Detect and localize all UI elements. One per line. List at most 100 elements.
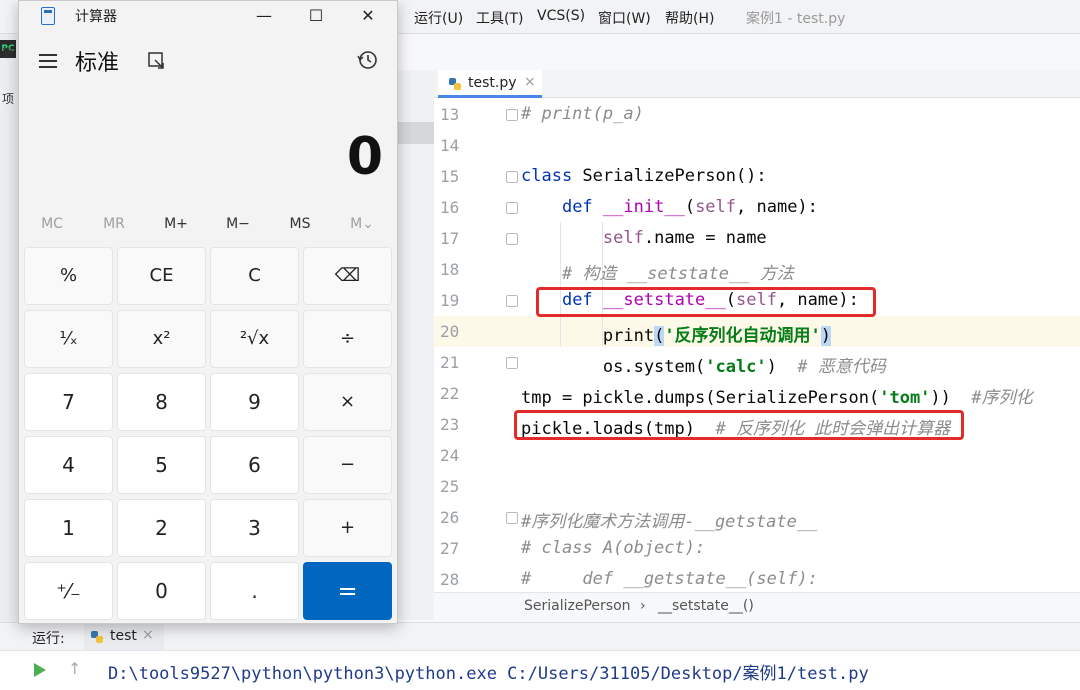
code-line[interactable]: os.system('calc') # 恶意代码	[521, 352, 886, 377]
clear-entry-button[interactable]: CE	[117, 247, 206, 305]
project-panel-edge	[396, 70, 434, 620]
code-line[interactable]: # print(p_a)	[521, 104, 644, 124]
memory-button-mc0[interactable]: MC	[21, 216, 83, 232]
run-console[interactable]: ↑ D:\tools9527\python\python3\python.exe…	[0, 650, 1080, 690]
menu-hamburger-icon[interactable]	[39, 53, 57, 69]
menu-window[interactable]: 窗口(W)	[598, 8, 651, 28]
backspace-button[interactable]: ⌫	[303, 247, 392, 305]
run-tab-label: test	[110, 628, 137, 644]
fold-marker-icon[interactable]	[506, 171, 518, 183]
square-root-button[interactable]: ²√x	[210, 310, 299, 368]
tab-close-icon[interactable]: ×	[524, 74, 536, 90]
line-number: 20	[440, 322, 460, 341]
line-number: 17	[440, 229, 460, 248]
digit-6-button[interactable]: 6	[210, 436, 299, 494]
result-display: 0	[346, 127, 383, 187]
digit-3-button[interactable]: 3	[210, 499, 299, 557]
decimal-button[interactable]: .	[210, 562, 299, 620]
line-number: 21	[440, 353, 460, 372]
digit-9-button[interactable]: 9	[210, 373, 299, 431]
line-number: 24	[440, 446, 460, 465]
memory-row: MC MR M+ M− MS M⌄	[19, 211, 397, 241]
memory-button-ms4[interactable]: MS	[269, 216, 331, 232]
code-line[interactable]: def __init__(self, name):	[521, 197, 818, 217]
console-command-line: D:\tools9527\python\python3\python.exe C…	[108, 664, 869, 684]
tab-test-py[interactable]: test.py ×	[438, 70, 542, 98]
fold-marker-icon[interactable]	[506, 109, 518, 121]
close-button[interactable]: ✕	[345, 1, 391, 33]
code-line[interactable]: class SerializePerson():	[521, 166, 767, 186]
multiply-button[interactable]: ×	[303, 373, 392, 431]
reciprocal-button[interactable]: ¹⁄ₓ	[24, 310, 113, 368]
code-editor[interactable]: 13 # print(p_a) 14 15 class SerializePerson(…	[434, 98, 1080, 592]
line-number: 19	[440, 291, 460, 310]
digit-2-button[interactable]: 2	[117, 499, 206, 557]
project-tool-label[interactable]: 项	[2, 90, 14, 107]
tab-label: test.py	[468, 75, 517, 91]
minimize-button[interactable]: —	[241, 1, 287, 33]
python-file-icon	[449, 78, 461, 90]
equals-button[interactable]: =	[303, 562, 392, 620]
line-number: 13	[440, 105, 460, 124]
history-icon[interactable]	[357, 49, 379, 71]
memory-button-m3[interactable]: M−	[207, 216, 269, 232]
code-line[interactable]: # def __getstate__(self):	[521, 569, 818, 589]
percent-button[interactable]: %	[24, 247, 113, 305]
rerun-play-icon[interactable]	[34, 663, 46, 677]
line-number: 18	[440, 260, 460, 279]
line-number: 23	[440, 415, 460, 434]
line-number: 25	[440, 477, 460, 496]
maximize-button[interactable]: ☐	[293, 1, 339, 33]
menu-tools[interactable]: 工具(T)	[476, 8, 523, 28]
calculator-title: 计算器	[75, 9, 117, 25]
line-number: 15	[440, 167, 460, 186]
code-line[interactable]: print('反序列化自动调用')	[521, 321, 832, 346]
menu-help[interactable]: 帮助(H)	[665, 8, 714, 28]
code-line[interactable]: self.name = name	[521, 228, 767, 248]
digit-5-button[interactable]: 5	[117, 436, 206, 494]
code-line[interactable]: #序列化魔术方法调用-__getstate__	[521, 507, 817, 532]
digit-7-button[interactable]: 7	[24, 373, 113, 431]
negate-button[interactable]: ⁺⁄₋	[24, 562, 113, 620]
fold-marker-icon[interactable]	[506, 295, 518, 307]
add-button[interactable]: +	[303, 499, 392, 557]
screen: 运行(U) 工具(T) VCS(S) 窗口(W) 帮助(H) 案例1 - tes…	[0, 0, 1080, 690]
digit-8-button[interactable]: 8	[117, 373, 206, 431]
divide-button[interactable]: ÷	[303, 310, 392, 368]
square-button[interactable]: x²	[117, 310, 206, 368]
run-tab-test[interactable]: test ×	[84, 623, 164, 651]
menu-run[interactable]: 运行(U)	[414, 8, 463, 28]
breadcrumb-separator-icon: ›	[640, 598, 646, 614]
run-tab-close-icon[interactable]: ×	[142, 627, 154, 643]
line-number: 22	[440, 384, 460, 403]
calculator-titlebar[interactable]: 计算器 — ☐ ✕	[19, 1, 397, 33]
calculator-app-icon	[41, 7, 55, 25]
memory-button-m2[interactable]: M+	[145, 216, 207, 232]
code-line[interactable]: # 构造 __setstate__ 方法	[521, 259, 794, 284]
fold-marker-icon[interactable]	[506, 357, 518, 369]
digit-0-button[interactable]: 0	[117, 562, 206, 620]
digit-4-button[interactable]: 4	[24, 436, 113, 494]
keep-on-top-icon[interactable]	[147, 51, 167, 71]
mode-title: 标准	[75, 51, 120, 76]
python-run-icon	[91, 631, 103, 643]
fold-marker-icon[interactable]	[506, 512, 518, 524]
annotation-box-setstate	[536, 287, 876, 317]
run-panel-header: 运行: test ×	[0, 622, 1080, 651]
code-line[interactable]: tmp = pickle.dumps(SerializePerson('tom'…	[521, 383, 1033, 408]
editor-tabbar: test.py ×	[434, 70, 1080, 98]
fold-marker-icon[interactable]	[506, 202, 518, 214]
menu-vcs[interactable]: VCS(S)	[537, 8, 585, 24]
subtract-button[interactable]: −	[303, 436, 392, 494]
clear-button[interactable]: C	[210, 247, 299, 305]
digit-1-button[interactable]: 1	[24, 499, 113, 557]
breadcrumb-class[interactable]: SerializePerson	[524, 598, 631, 614]
scroll-up-arrow-icon[interactable]: ↑	[68, 659, 81, 678]
fold-marker-icon[interactable]	[506, 233, 518, 245]
breadcrumb: SerializePerson › __setstate__()	[434, 592, 1080, 622]
breadcrumb-method[interactable]: __setstate__()	[658, 598, 754, 614]
project-label[interactable]: 案	[2, 44, 14, 61]
code-line[interactable]: # class A(object):	[521, 538, 705, 558]
memory-button-mr1[interactable]: MR	[83, 216, 145, 232]
memory-button-m5[interactable]: M⌄	[331, 216, 393, 232]
